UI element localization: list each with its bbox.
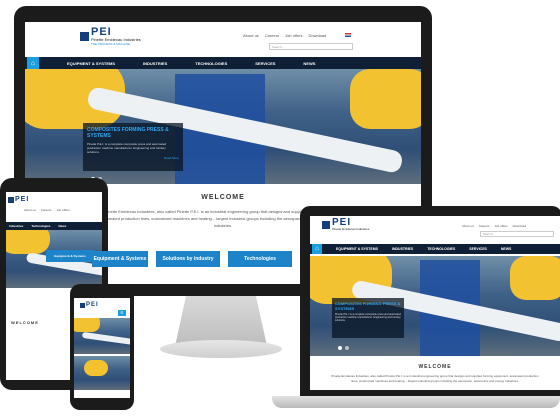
hero-body: Pinette P.E.I. is a complete composite p…: [87, 142, 167, 154]
laptop-search-input[interactable]: Search...: [480, 231, 554, 237]
logo-text: PEI: [86, 302, 99, 308]
monitor-stand: [175, 296, 267, 346]
desktop-hero-caption: COMPOSITES FORMING PRESS & SYSTEMS Pinet…: [83, 123, 183, 171]
laptop-logo[interactable]: PEI Pinette Emidecau Industries: [322, 218, 369, 231]
toplink-jobs[interactable]: Job offers: [285, 33, 303, 38]
toplink-about[interactable]: About us: [24, 208, 36, 212]
btn-solutions-industry[interactable]: Solutions by industry: [156, 251, 220, 267]
slider-dots[interactable]: [338, 346, 349, 350]
language-flag-icon[interactable]: [345, 33, 351, 37]
logo-square-icon: [8, 196, 14, 203]
responsive-devices-showcase: PEI Pinette Emidecau Industries THE PROC…: [0, 0, 560, 420]
nav-services[interactable]: SERVICES: [469, 247, 487, 251]
phone-logo[interactable]: PEI: [80, 302, 99, 308]
nav-news[interactable]: NEWS: [303, 61, 315, 66]
hero-title: COMPOSITES FORMING PRESS & SYSTEMS: [335, 301, 401, 311]
btn-equipment[interactable]: Equipment & Systems: [46, 250, 94, 262]
btn-technologies[interactable]: Technologies: [228, 251, 292, 267]
nav-equipment[interactable]: EQUIPMENT & SYSTEMS: [67, 61, 115, 66]
desktop-logo[interactable]: PEI Pinette Emidecau Industries THE PROC…: [80, 27, 141, 46]
logo-square-icon: [80, 302, 85, 308]
company-name: Pinette Emidecau Industries: [332, 227, 370, 231]
home-icon[interactable]: ⌂: [27, 57, 39, 69]
hero-title: COMPOSITES FORMING PRESS & SYSTEMS: [87, 127, 169, 139]
robot-arm: [74, 318, 100, 332]
phone-menu-icon[interactable]: ≡: [118, 310, 126, 316]
slider-dot[interactable]: [345, 346, 349, 350]
toplink-careers[interactable]: Careers: [41, 208, 52, 212]
phone-hero[interactable]: [74, 318, 130, 354]
nav-services[interactable]: SERVICES: [255, 61, 275, 66]
logo-text: PEI: [91, 26, 112, 38]
robot-arm-right: [350, 69, 421, 129]
logo-square-icon: [322, 220, 330, 229]
desktop-hero-slider[interactable]: COMPOSITES FORMING PRESS & SYSTEMS Pinet…: [25, 69, 421, 184]
laptop-header: PEI Pinette Emidecau Industries About us…: [310, 216, 560, 240]
hero-body: Pinette P.E.I. is a complete composite p…: [335, 313, 401, 322]
tablet-header: PEI About us Careers Job offers: [6, 192, 102, 220]
monitor-foot: [160, 340, 282, 358]
robot-arm-right: [510, 256, 560, 300]
laptop-nav: ⌂ EQUIPMENT & SYSTEMS INDUSTRIES TECHNOL…: [310, 244, 560, 254]
nav-industries[interactable]: INDUSTRIES: [392, 247, 413, 251]
tablet-toplinks: About us Careers Job offers: [24, 208, 70, 212]
logo-square-icon: [80, 32, 89, 41]
tablet-logo[interactable]: PEI: [8, 196, 29, 203]
toplink-download[interactable]: Download: [309, 33, 327, 38]
nav-news[interactable]: NEWS: [501, 247, 512, 251]
laptop-hero-slider[interactable]: COMPOSITES FORMING PRESS & SYSTEMS Pinet…: [310, 256, 560, 356]
laptop-welcome-text: Pinette Emidecau Industries, also called…: [331, 374, 539, 383]
company-tagline: THE PROCESS & MACHINE: [91, 42, 131, 46]
desktop-search-input[interactable]: Search...: [269, 43, 353, 50]
nav-technologies[interactable]: TECHNOLOGIES: [195, 61, 227, 66]
logo-text: PEI: [15, 196, 30, 203]
phone-screen: PEI ≡: [74, 298, 130, 398]
laptop-base: [272, 396, 560, 408]
nav-technologies[interactable]: Technologies: [31, 224, 50, 228]
phone-second-image: [74, 356, 130, 390]
btn-equipment-systems[interactable]: Equipment & Systems: [92, 251, 148, 267]
desktop-header: PEI Pinette Emidecau Industries THE PROC…: [25, 22, 421, 56]
nav-industries[interactable]: INDUSTRIES: [143, 61, 167, 66]
nav-technologies[interactable]: TECHNOLOGIES: [427, 247, 455, 251]
nav-news[interactable]: News: [58, 224, 66, 228]
toplink-about[interactable]: About us: [243, 33, 259, 38]
nav-industries[interactable]: Industries: [9, 224, 23, 228]
white-tube: [81, 331, 130, 347]
toplink-jobs[interactable]: Job offers: [495, 224, 508, 228]
toplink-download[interactable]: Download: [513, 224, 526, 228]
laptop-screen: PEI Pinette Emidecau Industries About us…: [310, 216, 560, 390]
logo-text: PEI: [332, 217, 352, 228]
laptop-toplinks: About us Careers Job offers Download: [462, 224, 526, 228]
toplink-about[interactable]: About us: [462, 224, 474, 228]
laptop-welcome-title: WELCOME: [418, 364, 452, 370]
laptop-hero-caption: COMPOSITES FORMING PRESS & SYSTEMS Pinet…: [332, 298, 404, 338]
hero-read-more[interactable]: Read More: [87, 156, 179, 160]
nav-equipment[interactable]: EQUIPMENT & SYSTEMS: [336, 247, 378, 251]
tablet-nav: Industries Technologies News: [6, 222, 102, 230]
tablet-welcome-title: WELCOME: [11, 320, 39, 325]
toplink-careers[interactable]: Careers: [265, 33, 279, 38]
home-icon[interactable]: ⌂: [312, 244, 322, 254]
desktop-buttons: Equipment & Systems Solutions by industr…: [92, 251, 292, 267]
robot-arm: [84, 360, 108, 376]
toplink-careers[interactable]: Careers: [479, 224, 490, 228]
tablet-buttons: Equipment & Systems: [6, 250, 94, 262]
toplink-jobs[interactable]: Job offers: [57, 208, 70, 212]
desktop-nav: ⌂ EQUIPMENT & SYSTEMS INDUSTRIES TECHNOL…: [25, 57, 421, 69]
desktop-toplinks: About us Careers Job offers Download: [243, 33, 326, 38]
slider-dot[interactable]: [338, 346, 342, 350]
